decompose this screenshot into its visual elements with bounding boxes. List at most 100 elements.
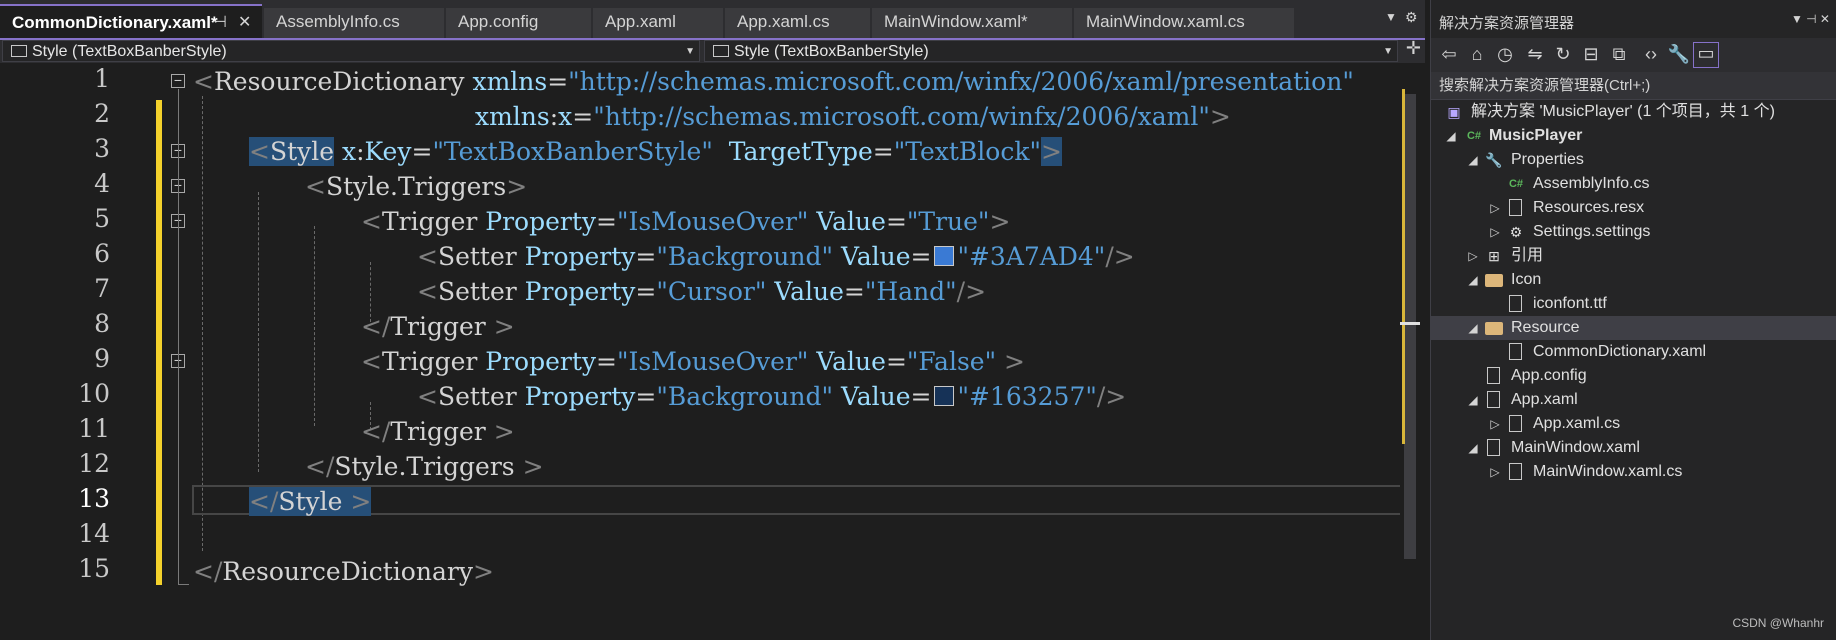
tree-item-label: Settings.settings	[1533, 223, 1651, 240]
color-swatch-icon[interactable]	[934, 245, 955, 266]
tree-item-app-xaml[interactable]: ◢ App.xaml	[1431, 388, 1836, 412]
attribute-name: xmlns	[472, 67, 548, 96]
line-number: 2	[94, 99, 110, 128]
bracket: <	[417, 382, 438, 411]
csharp-file-icon	[1509, 463, 1522, 480]
expanded-icon[interactable]: ◢	[1467, 388, 1479, 412]
back-forward-icon[interactable]: ⇦	[1437, 44, 1461, 65]
tree-item-label: Icon	[1511, 271, 1542, 288]
tab-app-config[interactable]: App.config	[446, 8, 591, 38]
scrollbar-thumb[interactable]	[1404, 94, 1416, 559]
vertical-scrollbar[interactable]	[1400, 64, 1420, 640]
code-text[interactable]: <ResourceDictionary xmlns="http://schema…	[193, 64, 1354, 586]
split-window-icon[interactable]: ✛	[1406, 38, 1421, 59]
tree-item-mainwindow-xaml[interactable]: ◢ MainWindow.xaml	[1431, 436, 1836, 460]
expanded-icon[interactable]: ◢	[1467, 316, 1479, 340]
attribute-value: "#163257"	[957, 382, 1097, 411]
attribute-value: "http://schemas.microsoft.com/winfx/2006…	[593, 102, 1210, 131]
close-icon[interactable]: ✕	[238, 6, 251, 40]
indent-guide	[258, 192, 259, 472]
collapsed-icon[interactable]: ▷	[1489, 196, 1501, 220]
element-name: Trigger	[390, 312, 486, 341]
panel-title: 解决方案资源管理器	[1439, 15, 1575, 32]
show-all-files-icon[interactable]: ⧉	[1607, 44, 1631, 65]
expanded-icon[interactable]: ◢	[1467, 436, 1479, 460]
element-name: Style.Triggers	[334, 452, 515, 481]
bracket: >	[472, 557, 494, 586]
tree-item-label: MainWindow.xaml.cs	[1533, 463, 1683, 480]
bracket: <	[305, 172, 326, 201]
tab-commondictionary-xaml[interactable]: CommonDictionary.xaml* ⊣ ✕	[0, 4, 262, 38]
tree-item-resource-folder[interactable]: ◢ Resource	[1431, 316, 1836, 340]
tree-item-solution[interactable]: ▣ 解决方案 'MusicPlayer' (1 个项目，共 1 个)	[1431, 100, 1836, 124]
expanded-icon[interactable]: ◢	[1467, 148, 1479, 172]
panel-menu-icon[interactable]: ▼ ⊣ ✕	[1791, 12, 1830, 26]
nav-right-label: Style (TextBoxBanberStyle)	[734, 43, 929, 60]
collapsed-icon[interactable]: ▷	[1467, 244, 1479, 268]
tree-item-properties[interactable]: ◢ 🔧 Properties	[1431, 148, 1836, 172]
view-code-icon[interactable]: ‹›	[1639, 44, 1663, 65]
tree-item-references[interactable]: ▷ ⊞ 引用	[1431, 244, 1836, 268]
tree-item-label: CommonDictionary.xaml	[1533, 343, 1707, 360]
history-icon[interactable]: ◷	[1493, 44, 1517, 65]
tab-overflow-dropdown-icon[interactable]: ▼	[1385, 10, 1397, 24]
tree-item-resources-resx[interactable]: ▷ Resources.resx	[1431, 196, 1836, 220]
preview-selected-icon[interactable]: ▭	[1693, 42, 1719, 68]
glyph-margin	[0, 64, 44, 640]
member-scope-dropdown[interactable]: Style (TextBoxBanberStyle) ▼	[704, 40, 1398, 62]
collapsed-icon[interactable]: ▷	[1489, 412, 1501, 436]
expanded-icon[interactable]: ◢	[1467, 268, 1479, 292]
solution-icon: ▣	[1447, 104, 1461, 120]
tree-item-icon-folder[interactable]: ◢ Icon	[1431, 268, 1836, 292]
tab-label: App.xaml.cs	[737, 12, 830, 31]
attribute-name: Property	[485, 347, 597, 376]
tab-assemblyinfo-cs[interactable]: AssemblyInfo.cs	[264, 8, 444, 38]
tab-mainwindow-xaml[interactable]: MainWindow.xaml*	[872, 8, 1072, 38]
solution-search-input[interactable]: 搜索解决方案资源管理器(Ctrl+;)	[1431, 72, 1836, 100]
refresh-icon[interactable]: ↻	[1551, 44, 1575, 65]
bracket: />	[1096, 382, 1127, 411]
bracket: </	[193, 557, 223, 586]
tree-item-settings[interactable]: ▷ ⚙ Settings.settings	[1431, 220, 1836, 244]
attribute-value: "IsMouseOver"	[616, 347, 809, 376]
tree-item-project[interactable]: ◢ C# MusicPlayer	[1431, 124, 1836, 148]
collapse-all-icon[interactable]: ⊟	[1579, 44, 1603, 65]
collapse-icon[interactable]: −	[171, 73, 185, 88]
folder-open-icon	[1485, 322, 1503, 335]
tree-item-label: Resources.resx	[1533, 199, 1645, 216]
type-scope-dropdown[interactable]: Style (TextBoxBanberStyle) ▼	[2, 40, 700, 62]
tab-label: MainWindow.xaml*	[884, 12, 1028, 31]
tree-item-app-config[interactable]: App.config	[1431, 364, 1836, 388]
tree-item-commondictionary[interactable]: CommonDictionary.xaml	[1431, 340, 1836, 364]
bracket: >	[485, 312, 515, 341]
tree-item-assemblyinfo[interactable]: C# AssemblyInfo.cs	[1431, 172, 1836, 196]
bracket: />	[1105, 242, 1135, 271]
line-number: 4	[94, 169, 110, 198]
tab-app-xaml-cs[interactable]: App.xaml.cs	[725, 8, 870, 38]
sync-icon[interactable]: ⇋	[1523, 44, 1547, 65]
gear-icon[interactable]: ⚙	[1405, 9, 1418, 26]
equals: =	[572, 102, 594, 131]
tree-item-label: Properties	[1511, 151, 1584, 168]
tree-item-app-xaml-cs[interactable]: ▷ App.xaml.cs	[1431, 412, 1836, 436]
tree-item-label: 引用	[1511, 247, 1544, 264]
home-icon[interactable]: ⌂	[1465, 44, 1489, 65]
properties-wrench-icon[interactable]: 🔧	[1667, 44, 1691, 65]
settings-gear-icon: ⚙	[1509, 224, 1523, 240]
tree-item-mainwindow-xaml-cs[interactable]: ▷ MainWindow.xaml.cs	[1431, 460, 1836, 484]
pin-icon[interactable]: ⊣	[213, 6, 227, 40]
tree-item-iconfont[interactable]: iconfont.ttf	[1431, 292, 1836, 316]
collapsed-icon[interactable]: ▷	[1489, 460, 1501, 484]
tab-app-xaml[interactable]: App.xaml	[593, 8, 723, 38]
line-number: 14	[78, 519, 110, 548]
references-icon: ⊞	[1488, 248, 1500, 264]
bracket: >	[506, 172, 528, 201]
element-name: Style	[278, 487, 343, 516]
collapsed-icon[interactable]: ▷	[1489, 220, 1501, 244]
tab-mainwindow-xaml-cs[interactable]: MainWindow.xaml.cs	[1074, 8, 1294, 38]
bracket: >	[989, 207, 1011, 236]
expanded-icon[interactable]: ◢	[1445, 124, 1457, 148]
bracket: >	[1209, 102, 1231, 131]
line-numbers: 1 2 3 4 5 6 7 8 9 10 11 12 13 14 15	[44, 64, 144, 640]
color-swatch-icon[interactable]	[934, 385, 955, 406]
